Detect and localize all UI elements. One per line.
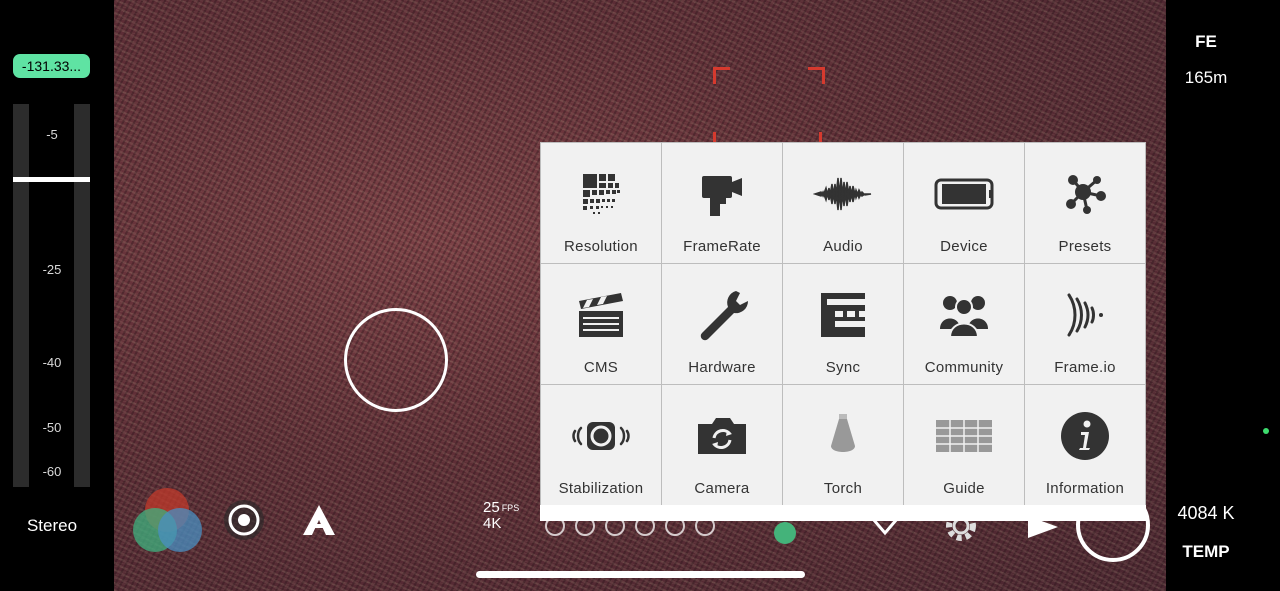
menu-tile-frameio[interactable]: Frame.io — [1025, 264, 1145, 384]
menu-tile-framerate[interactable]: FrameRate — [662, 143, 782, 263]
focus-exposure-reticle[interactable] — [344, 308, 448, 412]
menu-tile-label: Frame.io — [1054, 359, 1116, 376]
menu-tile-cms[interactable]: CMS — [541, 264, 661, 384]
signal-waves-icon — [1067, 293, 1103, 337]
focus-bracket-top-left — [713, 67, 730, 84]
color-rgb-icon[interactable] — [130, 484, 204, 558]
stabilization-icon — [572, 422, 630, 450]
white-balance-value[interactable]: 4084 K — [1166, 503, 1246, 524]
grid-guide-icon — [936, 420, 992, 452]
movie-camera-icon — [702, 176, 742, 216]
torch-icon — [831, 414, 855, 452]
audio-level-readout: -131.33... — [13, 54, 90, 78]
menu-tile-label: Presets — [1058, 238, 1112, 255]
people-icon — [940, 296, 988, 338]
home-indicator[interactable] — [476, 571, 805, 578]
menu-tile-guide[interactable]: Guide — [904, 385, 1024, 505]
audio-channel-mode[interactable]: Stereo — [0, 516, 104, 536]
menu-tile-torch[interactable]: Torch — [783, 385, 903, 505]
menu-tile-label: Information — [1045, 480, 1125, 497]
menu-tile-label: Guide — [943, 480, 985, 497]
menu-tile-community[interactable]: Community — [904, 264, 1024, 384]
audio-meter-right — [74, 104, 90, 487]
focus-bracket-left-tick — [713, 132, 730, 142]
menu-tile-device[interactable]: Device — [904, 143, 1024, 263]
wrench-icon — [700, 291, 749, 341]
exposure-mode-button[interactable]: FE — [1166, 32, 1246, 52]
menu-tile-label: Stabilization — [558, 480, 644, 497]
menu-tile-stabilization[interactable]: Stabilization — [541, 385, 661, 505]
scale-label: -60 — [42, 464, 62, 479]
clapperboard-icon — [579, 293, 623, 337]
menu-tile-sync[interactable]: Sync — [783, 264, 903, 384]
focus-distance[interactable]: 165m — [1166, 68, 1246, 88]
focus-target-icon[interactable] — [222, 498, 266, 542]
status-indicator-dot — [1263, 428, 1269, 434]
camera-rotate-icon — [698, 418, 746, 454]
menu-tile-hardware[interactable]: Hardware — [662, 264, 782, 384]
menu-footer-strip — [540, 505, 1146, 521]
menu-tile-audio[interactable]: Audio — [783, 143, 903, 263]
fps-unit: FPS — [501, 503, 520, 513]
menu-tile-label: CMS — [583, 359, 619, 376]
white-balance-mode[interactable]: TEMP — [1166, 542, 1246, 562]
menu-tile-label: Audio — [823, 238, 863, 255]
fps-value: 25 — [483, 499, 500, 516]
audio-meter-panel: -131.33... -5 -25 -40 -50 -60 Stereo — [0, 0, 114, 591]
scale-label: -5 — [46, 127, 58, 142]
menu-tile-label: Resolution — [564, 238, 638, 255]
focus-bracket-top-right — [808, 67, 825, 84]
recording-format[interactable]: 25 FPS 4K — [483, 500, 519, 532]
focus-bracket-right-tick — [819, 132, 836, 142]
audio-gain-slider[interactable] — [13, 177, 90, 182]
menu-tile-camera[interactable]: Camera — [662, 385, 782, 505]
menu-tile-resolution[interactable]: Resolution — [541, 143, 661, 263]
menu-tile-label: Community — [924, 359, 1004, 376]
scale-label: -40 — [42, 355, 62, 370]
settings-menu-grid: Resolution FrameRate Audio Device Preset… — [540, 142, 1146, 521]
menu-tile-label: Torch — [823, 480, 863, 497]
waveform-icon — [813, 177, 872, 211]
auto-mode-icon[interactable] — [300, 502, 338, 538]
scale-label: -25 — [42, 262, 62, 277]
resolution-icon — [583, 174, 620, 214]
menu-tile-label: FrameRate — [683, 238, 761, 255]
menu-tile-information[interactable]: Information — [1025, 385, 1145, 505]
resolution-value: 4K — [483, 515, 502, 532]
status-green-dot — [774, 522, 796, 544]
audio-meter-left — [13, 104, 29, 487]
molecule-icon — [1066, 175, 1106, 214]
menu-tile-label: Sync — [825, 359, 861, 376]
info-icon — [1061, 412, 1109, 460]
menu-tile-label: Hardware — [688, 359, 756, 376]
menu-tile-label: Camera — [694, 480, 750, 497]
menu-tile-presets[interactable]: Presets — [1025, 143, 1145, 263]
sync-icon — [821, 293, 865, 337]
menu-tile-label: Device — [940, 238, 988, 255]
phone-icon — [934, 178, 994, 210]
scale-label: -50 — [42, 420, 62, 435]
